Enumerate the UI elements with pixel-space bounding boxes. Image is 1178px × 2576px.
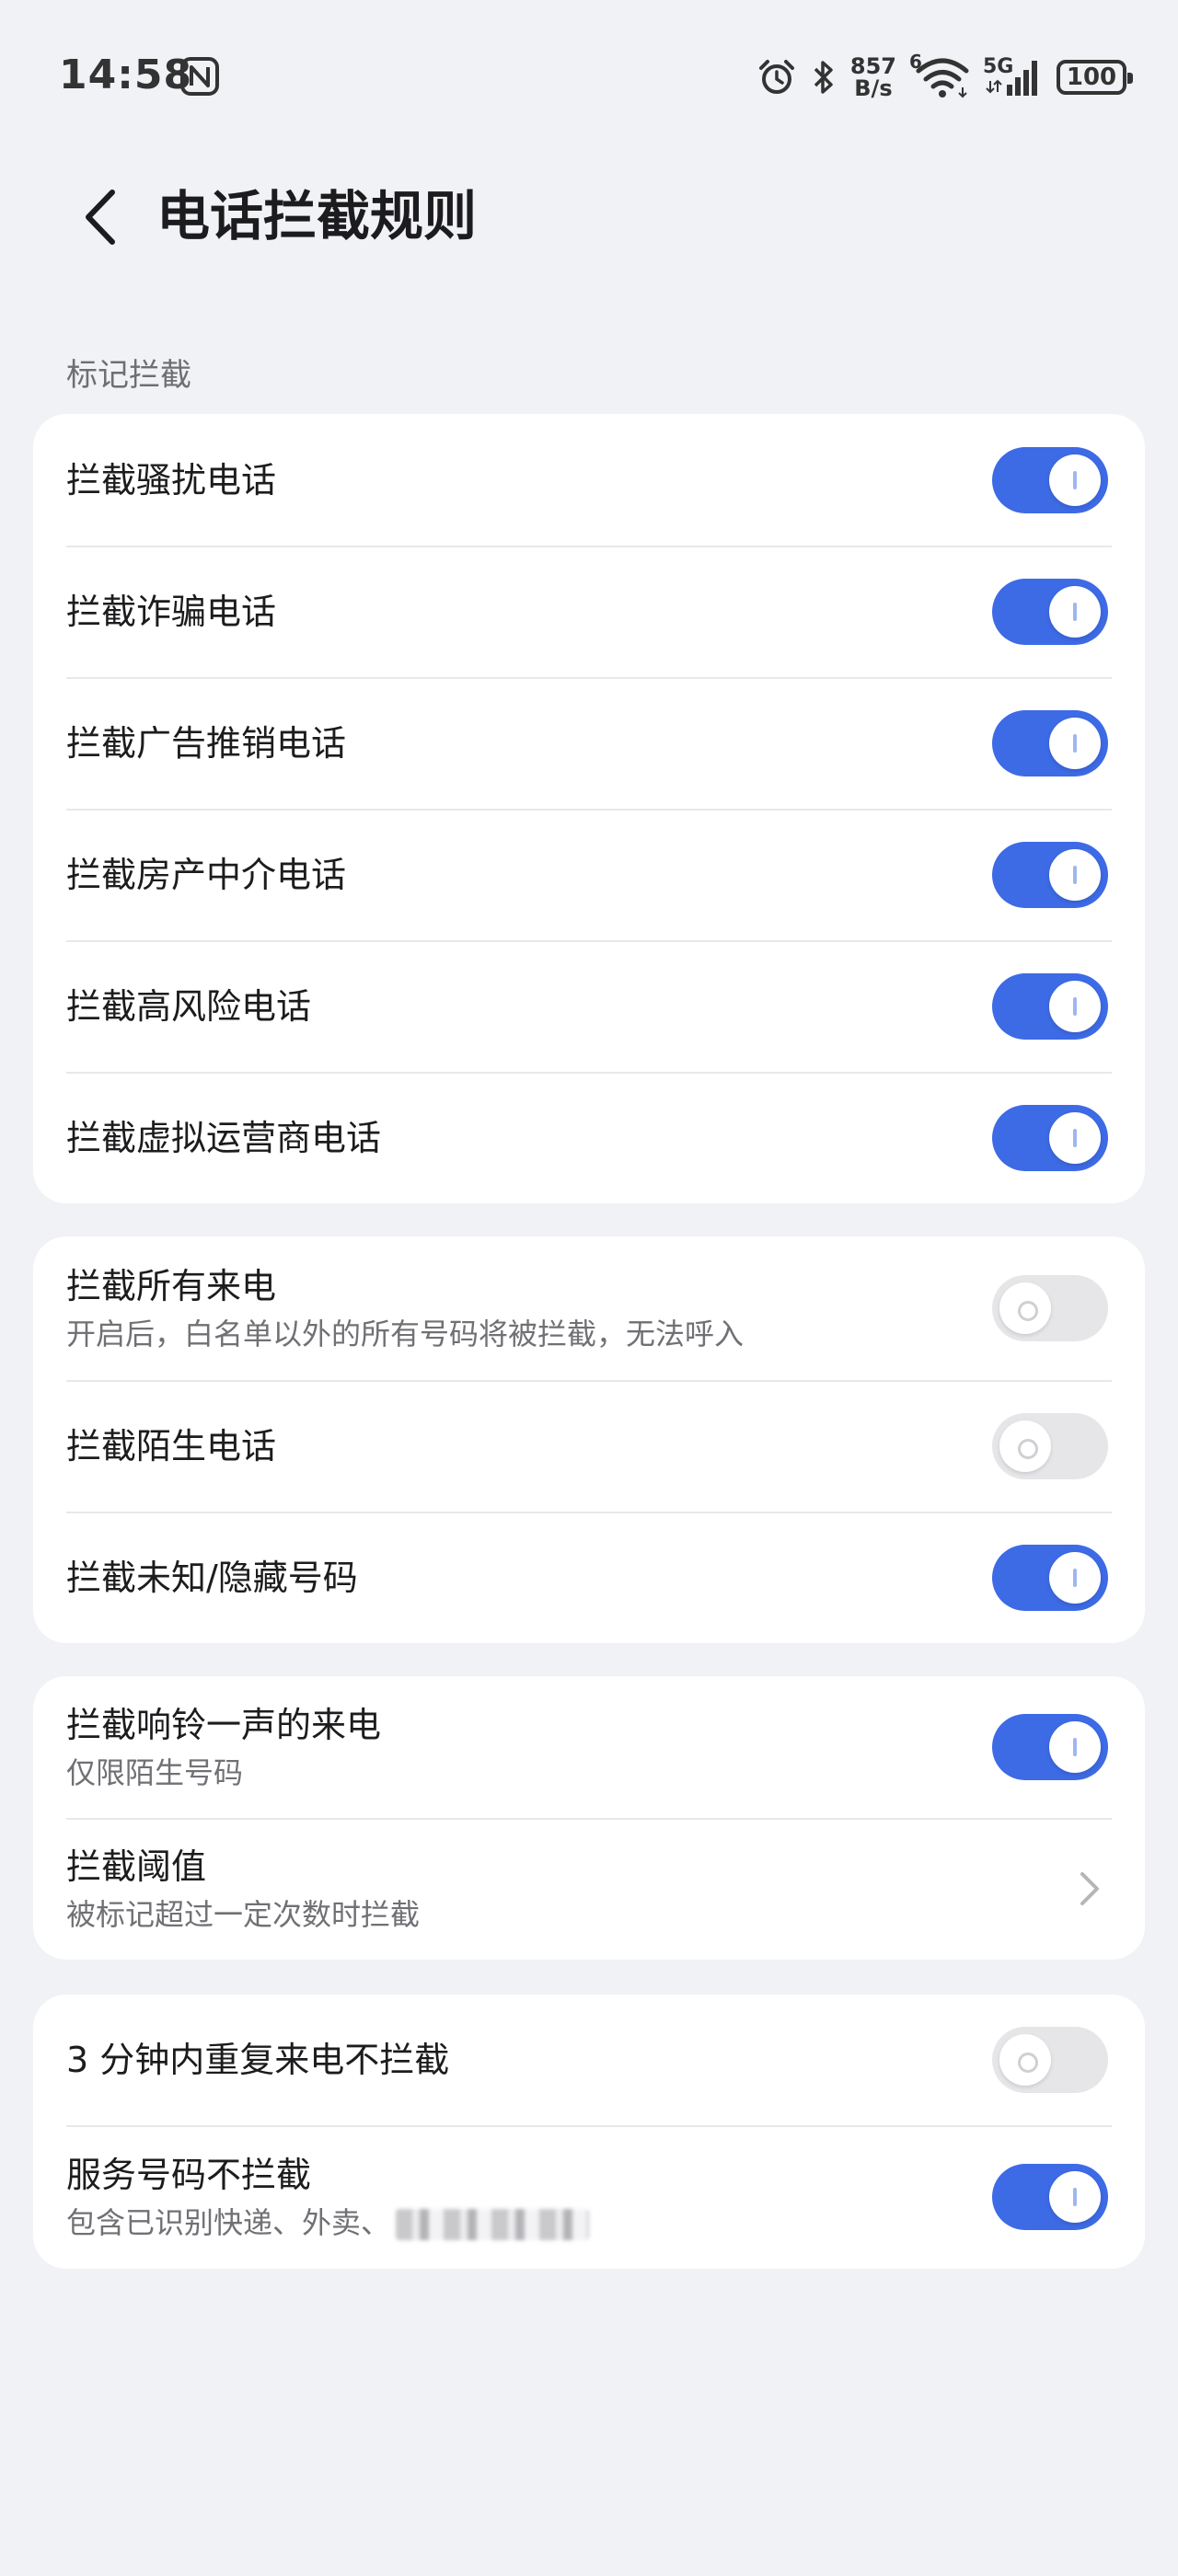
toggle-knob [999,1420,1051,1472]
row-label: 3 分钟内重复来电不拦截 [66,2040,450,2080]
toggle-knob [1049,2171,1101,2223]
setting-row-threshold[interactable]: 拦截阈值 被标记超过一定次数时拦截 [33,1818,1145,1960]
row-label: 拦截诈骗电话 [66,591,277,632]
mobile-signal: 5G [983,55,1044,99]
row-text: 服务号码不拦截 包含已识别快递、外卖、 [66,2151,992,2243]
toggle-block-real-estate[interactable] [992,841,1108,908]
row-description-text: 包含已识别快递、外卖、 [66,2205,391,2240]
row-label: 拦截骚扰电话 [66,459,277,500]
row-label: 拦截房产中介电话 [66,854,347,895]
setting-row-service-numbers[interactable]: 服务号码不拦截 包含已识别快递、外卖、 [33,2125,1145,2269]
toggle-knob [1049,1551,1101,1604]
battery-level: 100 [1066,63,1117,91]
card-ring-rules: 拦截响铃一声的来电 仅限陌生号码 拦截阈值 被标记超过一定次数时拦截 [33,1676,1145,1960]
nfc-icon [180,57,219,96]
network-speed-value: 857 [849,53,896,79]
setting-row-repeat-calls[interactable]: 3 分钟内重复来电不拦截 [33,1995,1145,2125]
row-text: 拦截房产中介电话 [66,851,992,899]
toggle-allow-service-numbers[interactable] [992,2164,1108,2230]
bluetooth-icon [814,61,833,94]
setting-row-advertising[interactable]: 拦截广告推销电话 [33,677,1145,809]
row-text: 拦截陌生电话 [66,1422,992,1470]
row-label: 拦截未知/隐藏号码 [66,1557,358,1598]
toggle-knob [1049,585,1101,638]
page-header: 电话拦截规则 [0,156,1178,294]
network-speed-unit: B/s [854,75,893,101]
card-call-scope: 拦截所有来电 开启后，白名单以外的所有号码将被拦截，无法呼入 拦截陌生电话 拦截… [33,1236,1145,1643]
alarm-icon [758,60,794,94]
wifi-icon [916,58,969,98]
card-mark-block: 拦截骚扰电话 拦截诈骗电话 拦截广告推销电话 拦截房产中介电话 拦截高风险电话 … [33,414,1145,1203]
row-text: 拦截虚拟运营商电话 [66,1114,992,1162]
back-button[interactable] [64,171,138,263]
row-label: 拦截陌生电话 [66,1425,277,1466]
battery-indicator: 100 [1057,60,1133,95]
toggle-block-unknown-hidden[interactable] [992,1544,1108,1611]
back-arrow-icon [86,190,115,245]
toggle-knob [1049,1111,1101,1164]
row-label: 拦截所有来电 [66,1266,277,1306]
setting-row-all-calls[interactable]: 拦截所有来电 开启后，白名单以外的所有号码将被拦截，无法呼入 [33,1236,1145,1380]
toggle-block-fraud[interactable] [992,578,1108,645]
toggle-allow-repeat-calls[interactable] [992,2027,1108,2093]
row-label: 服务号码不拦截 [66,2155,312,2195]
toggle-knob [999,2034,1051,2086]
setting-row-high-risk[interactable]: 拦截高风险电话 [33,940,1145,1072]
row-text: 拦截阈值 被标记超过一定次数时拦截 [66,1843,1071,1935]
toggle-knob [1049,848,1101,901]
setting-row-fraud[interactable]: 拦截诈骗电话 [33,546,1145,677]
setting-row-unknown-hidden[interactable]: 拦截未知/隐藏号码 [33,1512,1145,1643]
page-title: 电话拦截规则 [156,185,478,247]
row-text: 3 分钟内重复来电不拦截 [66,2036,992,2084]
toggle-knob [999,1282,1051,1334]
toggle-block-strangers[interactable] [992,1412,1108,1479]
cell-signal-icon [986,61,1037,96]
status-bar: 14:58 857 B/s 6 5G 100 [0,0,1178,156]
toggle-knob [1049,717,1101,769]
row-text: 拦截骚扰电话 [66,456,992,504]
setting-row-harassment[interactable]: 拦截骚扰电话 [33,414,1145,546]
chevron-right-icon [1071,1861,1108,1916]
wifi-signal: 6 [909,51,970,100]
row-text: 拦截所有来电 开启后，白名单以外的所有号码将被拦截，无法呼入 [66,1262,992,1354]
toggle-block-harassment[interactable] [992,446,1108,513]
toggle-knob [1049,1721,1101,1773]
row-text: 拦截广告推销电话 [66,719,992,767]
status-time: 14:58 [59,52,193,98]
toggle-block-high-risk[interactable] [992,972,1108,1040]
row-label: 拦截响铃一声的来电 [66,1705,382,1745]
section-label-mark-block: 标记拦截 [66,357,191,394]
toggle-block-virtual-operator[interactable] [992,1104,1108,1171]
redacted-text [396,2209,590,2240]
row-description: 包含已识别快递、外卖、 [66,2202,992,2243]
setting-row-virtual-operator[interactable]: 拦截虚拟运营商电话 [33,1072,1145,1203]
row-text: 拦截高风险电话 [66,983,992,1030]
row-text: 拦截未知/隐藏号码 [66,1554,992,1602]
row-text: 拦截响铃一声的来电 仅限陌生号码 [66,1701,992,1793]
toggle-block-advertising[interactable] [992,709,1108,776]
toggle-block-one-ring[interactable] [992,1714,1108,1780]
network-speed: 857 B/s [850,55,896,99]
toggle-knob [1049,454,1101,506]
toggle-block-all-calls[interactable] [992,1275,1108,1341]
row-label: 拦截阈值 [66,1846,207,1887]
row-label: 拦截高风险电话 [66,985,312,1027]
row-description: 被标记超过一定次数时拦截 [66,1897,421,1932]
toggle-knob [1049,980,1101,1032]
row-description: 仅限陌生号码 [66,1755,244,1790]
row-label: 拦截广告推销电话 [66,722,347,764]
row-description: 开启后，白名单以外的所有号码将被拦截，无法呼入 [66,1317,745,1351]
status-icons: 857 B/s 6 5G 100 [756,50,1133,105]
row-label: 拦截虚拟运营商电话 [66,1117,382,1158]
row-text: 拦截诈骗电话 [66,588,992,636]
setting-row-real-estate[interactable]: 拦截房产中介电话 [33,809,1145,940]
card-exceptions: 3 分钟内重复来电不拦截 服务号码不拦截 包含已识别快递、外卖、 [33,1995,1145,2269]
setting-row-strangers[interactable]: 拦截陌生电话 [33,1380,1145,1512]
setting-row-one-ring[interactable]: 拦截响铃一声的来电 仅限陌生号码 [33,1676,1145,1818]
